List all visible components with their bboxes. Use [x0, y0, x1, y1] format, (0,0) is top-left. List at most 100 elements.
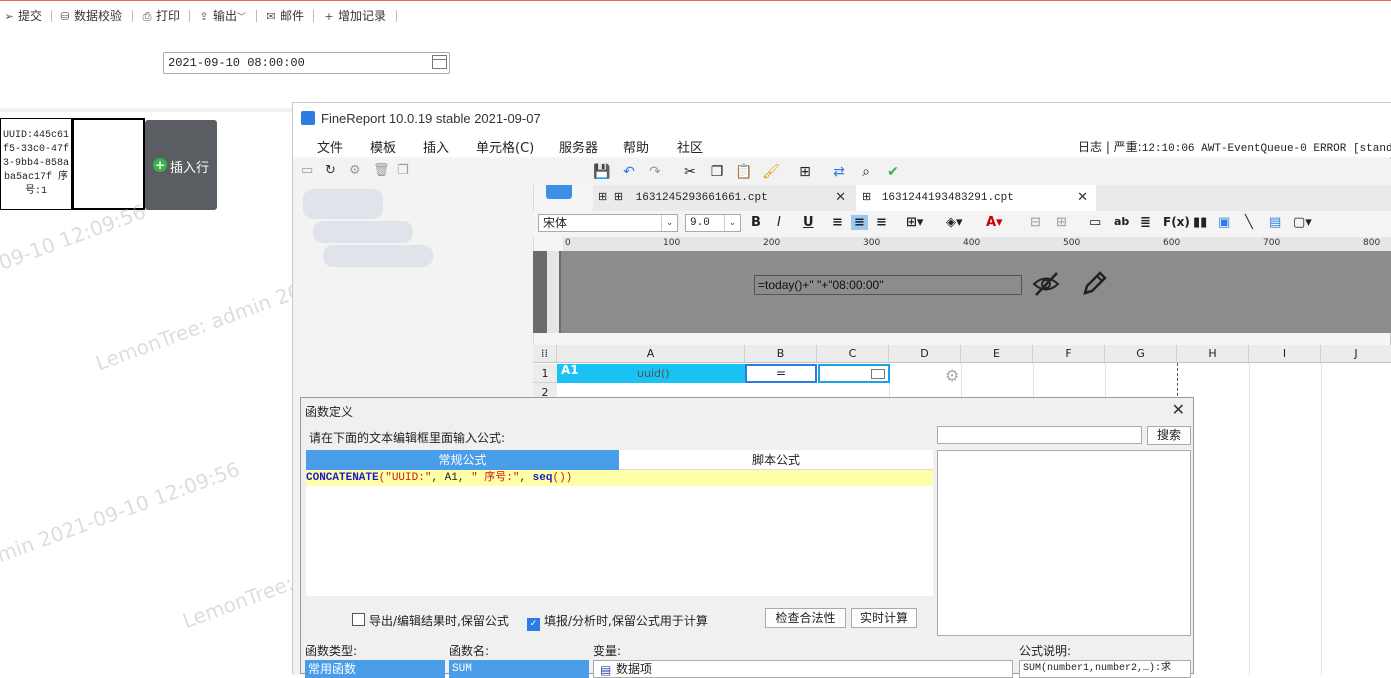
preview-empty-cell[interactable]: [72, 118, 145, 210]
column-header[interactable]: F: [1033, 345, 1105, 363]
fill-color-icon[interactable]: ◈▾: [946, 215, 963, 230]
text-icon[interactable]: ab: [1114, 215, 1129, 228]
column-header[interactable]: H: [1177, 345, 1249, 363]
tab-script-formula[interactable]: 脚本公式: [619, 450, 933, 470]
cut-icon[interactable]: ✂: [681, 163, 699, 181]
menu-insert[interactable]: 插入: [423, 137, 449, 156]
search-results-list[interactable]: [937, 450, 1191, 636]
menu-server[interactable]: 服务器: [559, 137, 598, 156]
check-validity-button[interactable]: 检查合法性: [765, 608, 846, 628]
chart-icon[interactable]: ▮▮: [1193, 215, 1207, 230]
column-header[interactable]: G: [1105, 345, 1177, 363]
menu-help[interactable]: 帮助: [623, 137, 649, 156]
tab-template-1[interactable]: ⊞ ⊞ 1631245293661661.cpt ✕: [598, 185, 854, 211]
watermark: min 2021-09-10 12:09:56: [0, 456, 243, 568]
align-left-icon[interactable]: ≡: [832, 215, 843, 230]
formula-prompt: 请在下面的文本编辑框里面输入公式:: [309, 431, 506, 445]
column-header[interactable]: A: [557, 345, 745, 363]
export-button[interactable]: ⇪ 输出﹀: [197, 7, 246, 25]
column-header[interactable]: J: [1321, 345, 1391, 363]
copy-icon[interactable]: ❐: [397, 163, 415, 178]
sub-report-icon[interactable]: ▤: [1269, 215, 1281, 230]
log-status[interactable]: 日志 | 严重:12:10:06 AWT-EventQueue-0 ERROR …: [1078, 138, 1391, 155]
submit-button[interactable]: ➢ 提交: [2, 7, 42, 25]
menu-file[interactable]: 文件: [317, 137, 343, 156]
formula-editor[interactable]: CONCATENATE("UUID:", A1, " 序号:", seq()): [306, 470, 933, 596]
undo-icon[interactable]: ↶: [620, 163, 638, 181]
row-header[interactable]: 1: [533, 364, 557, 383]
check-icon[interactable]: ✔: [884, 163, 902, 181]
column-header[interactable]: I: [1249, 345, 1321, 363]
data-verify-button[interactable]: ⛁ 数据校验: [58, 7, 122, 25]
date-field[interactable]: 2021-09-10 08:00:00: [163, 52, 450, 74]
border-icon[interactable]: ⊞▾: [906, 215, 923, 230]
column-header[interactable]: E: [961, 345, 1033, 363]
gear-icon[interactable]: ⚙: [945, 366, 959, 385]
cell-a1[interactable]: A1 uuid(): [557, 363, 745, 383]
unmerge-icon[interactable]: ⊞: [1056, 215, 1067, 230]
insert-cell-icon[interactable]: ▭: [1089, 215, 1101, 230]
lock-icon[interactable]: ⚙: [349, 163, 367, 178]
realtime-calc-button[interactable]: 实时计算: [851, 608, 917, 628]
font-family-select[interactable]: 宋体 ⌄: [538, 214, 678, 232]
tree-item[interactable]: [303, 189, 383, 219]
new-folder-icon[interactable]: ▭: [301, 163, 319, 178]
bold-icon[interactable]: B: [751, 215, 761, 230]
redo-icon[interactable]: ↷: [646, 163, 664, 181]
copy-icon[interactable]: ❐: [708, 163, 726, 181]
function-name-item[interactable]: SUM: [449, 660, 589, 678]
image-icon[interactable]: ▣: [1218, 215, 1230, 230]
variable-list[interactable]: ▤ 数据项: [593, 660, 1013, 678]
align-right-icon[interactable]: ≡: [876, 215, 887, 230]
search-button[interactable]: 搜索: [1147, 426, 1191, 445]
close-icon[interactable]: ✕: [1077, 185, 1088, 211]
refresh-icon[interactable]: ↻: [325, 163, 343, 178]
font-size-select[interactable]: 9.0 ⌄: [685, 214, 741, 232]
keep-formula-export-checkbox[interactable]: 导出/编辑结果时,保留公式: [352, 612, 509, 629]
preview-icon[interactable]: ⌕: [857, 163, 875, 181]
select-all-corner[interactable]: ⁞⁞: [533, 345, 557, 363]
eye-hidden-icon[interactable]: [1031, 271, 1061, 297]
mail-button[interactable]: ✉ 邮件: [264, 7, 304, 25]
format-painter-icon[interactable]: 🖌: [762, 163, 780, 181]
tree-item[interactable]: [323, 245, 433, 267]
print-button[interactable]: ⎙ 打印: [140, 7, 180, 25]
switch-icon[interactable]: ⇄: [830, 163, 848, 181]
function-search-input[interactable]: [937, 426, 1142, 444]
column-header[interactable]: B: [745, 345, 817, 363]
formula-icon[interactable]: F(x): [1163, 215, 1190, 229]
paste-icon[interactable]: 📋: [735, 163, 753, 181]
close-icon[interactable]: ✕: [835, 185, 846, 211]
formula-line[interactable]: CONCATENATE("UUID:", A1, " 序号:", seq()): [306, 470, 933, 486]
italic-icon[interactable]: I: [777, 215, 781, 230]
tab-regular-formula[interactable]: 常规公式: [306, 450, 619, 470]
template-param-icon[interactable]: ⊞: [796, 163, 814, 181]
cell-c1-widget[interactable]: [818, 364, 890, 383]
underline-icon[interactable]: U: [803, 215, 814, 230]
cell-b1[interactable]: =: [745, 364, 817, 383]
column-header[interactable]: D: [889, 345, 961, 363]
date-widget-formula[interactable]: =today()+" "+"08:00:00": [754, 275, 1022, 295]
widget-icon[interactable]: ▢▾: [1293, 215, 1312, 230]
merge-icon[interactable]: ⊟: [1030, 215, 1041, 230]
tab-template-2[interactable]: ⊞ 1631244193483291.cpt ✕: [856, 185, 1096, 211]
slash-icon[interactable]: ╲: [1245, 215, 1253, 230]
column-header[interactable]: C: [817, 345, 889, 363]
delete-icon[interactable]: 🗑: [373, 163, 391, 178]
save-icon[interactable]: 💾: [593, 163, 611, 181]
parameter-canvas[interactable]: =today()+" "+"08:00:00": [561, 251, 1391, 333]
paragraph-icon[interactable]: ≣: [1140, 215, 1151, 230]
pencil-icon[interactable]: [1079, 269, 1109, 299]
font-color-icon[interactable]: A▾: [986, 215, 1003, 230]
align-center-icon[interactable]: ≡: [851, 215, 868, 230]
insert-row-button[interactable]: + 插入行: [145, 120, 217, 210]
calendar-icon[interactable]: [432, 55, 447, 69]
menu-cell[interactable]: 单元格(C): [476, 137, 534, 156]
add-record-button[interactable]: + 增加记录: [322, 7, 386, 25]
tree-item[interactable]: [313, 221, 413, 243]
keep-formula-fill-checkbox[interactable]: ✓ 填报/分析时,保留公式用于计算: [527, 612, 708, 631]
menu-template[interactable]: 模板: [370, 137, 396, 156]
function-type-item[interactable]: 常用函数: [305, 660, 445, 678]
menu-community[interactable]: 社区: [677, 137, 703, 156]
close-icon[interactable]: ✕: [1172, 400, 1185, 419]
